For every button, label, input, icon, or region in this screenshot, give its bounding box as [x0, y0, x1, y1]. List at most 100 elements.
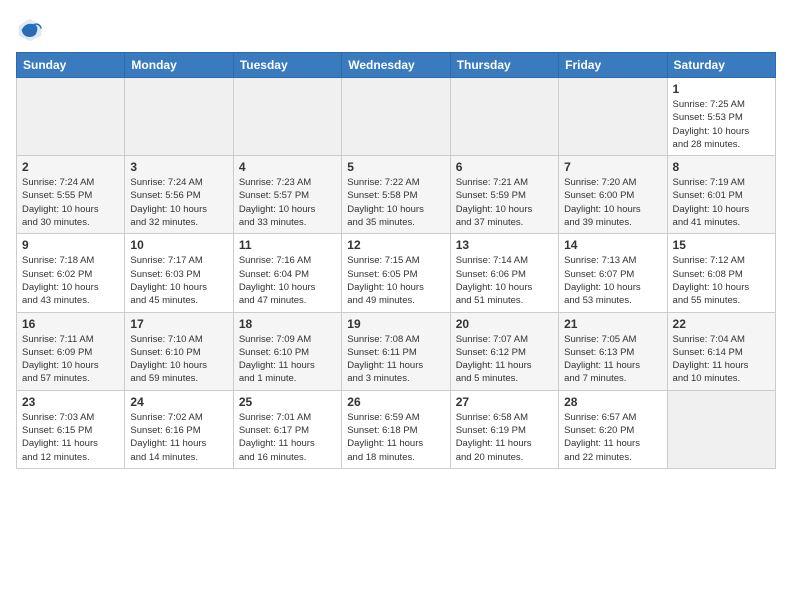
day-info: Sunrise: 7:07 AM Sunset: 6:12 PM Dayligh… [456, 333, 553, 386]
calendar-week-5: 23Sunrise: 7:03 AM Sunset: 6:15 PM Dayli… [17, 390, 776, 468]
calendar-cell: 20 Sunrise: 7:07 AM Sunset: 6:12 PM Dayli… [450, 312, 558, 390]
day-number: 22 [673, 317, 770, 331]
calendar-cell: 24 Sunrise: 7:02 AM Sunset: 6:16 PM Dayli… [125, 390, 233, 468]
calendar-cell: 4 Sunrise: 7:23 AM Sunset: 5:57 PM Daylig… [233, 156, 341, 234]
day-number: 24 [130, 395, 227, 409]
calendar-cell: 28 Sunrise: 6:57 AM Sunset: 6:20 PM Dayli… [559, 390, 667, 468]
weekday-header-wednesday: Wednesday [342, 53, 450, 78]
day-info: Sunrise: 7:23 AM Sunset: 5:57 PM Dayligh… [239, 176, 336, 229]
day-info: Sunrise: 7:05 AM Sunset: 6:13 PM Dayligh… [564, 333, 661, 386]
weekday-header-row: SundayMondayTuesdayWednesdayThursdayFrid… [17, 53, 776, 78]
day-info: Sunrise: 6:58 AM Sunset: 6:19 PM Dayligh… [456, 411, 553, 464]
calendar-cell: 11 Sunrise: 7:16 AM Sunset: 6:04 PM Dayli… [233, 234, 341, 312]
calendar-cell: 18 Sunrise: 7:09 AM Sunset: 6:10 PM Dayli… [233, 312, 341, 390]
day-number: 10 [130, 238, 227, 252]
day-info: Sunrise: 7:01 AM Sunset: 6:17 PM Dayligh… [239, 411, 336, 464]
calendar-cell: 27 Sunrise: 6:58 AM Sunset: 6:19 PM Dayli… [450, 390, 558, 468]
day-number: 12 [347, 238, 444, 252]
calendar-cell [233, 78, 341, 156]
day-number: 11 [239, 238, 336, 252]
calendar-week-4: 16 Sunrise: 7:11 AM Sunset: 6:09 PM Dayli… [17, 312, 776, 390]
day-number: 28 [564, 395, 661, 409]
day-info: Sunrise: 7:16 AM Sunset: 6:04 PM Dayligh… [239, 254, 336, 307]
day-info: Sunrise: 7:15 AM Sunset: 6:05 PM Dayligh… [347, 254, 444, 307]
calendar-cell: 2 Sunrise: 7:24 AM Sunset: 5:55 PM Daylig… [17, 156, 125, 234]
calendar-cell: 1 Sunrise: 7:25 AM Sunset: 5:53 PM Daylig… [667, 78, 775, 156]
day-number: 3 [130, 160, 227, 174]
calendar-cell [17, 78, 125, 156]
day-number: 13 [456, 238, 553, 252]
calendar-cell: 5Sunrise: 7:22 AM Sunset: 5:58 PM Daylig… [342, 156, 450, 234]
day-number: 15 [673, 238, 770, 252]
day-info: Sunrise: 6:59 AM Sunset: 6:18 PM Dayligh… [347, 411, 444, 464]
page-header [16, 16, 776, 44]
day-info: Sunrise: 7:12 AM Sunset: 6:08 PM Dayligh… [673, 254, 770, 307]
calendar-cell [342, 78, 450, 156]
calendar-cell: 7 Sunrise: 7:20 AM Sunset: 6:00 PM Daylig… [559, 156, 667, 234]
day-info: Sunrise: 7:21 AM Sunset: 5:59 PM Dayligh… [456, 176, 553, 229]
calendar-cell: 25 Sunrise: 7:01 AM Sunset: 6:17 PM Dayli… [233, 390, 341, 468]
day-number: 20 [456, 317, 553, 331]
calendar-cell [450, 78, 558, 156]
day-info: Sunrise: 7:18 AM Sunset: 6:02 PM Dayligh… [22, 254, 119, 307]
day-info: Sunrise: 7:09 AM Sunset: 6:10 PM Dayligh… [239, 333, 336, 386]
day-number: 8 [673, 160, 770, 174]
calendar-week-2: 2 Sunrise: 7:24 AM Sunset: 5:55 PM Daylig… [17, 156, 776, 234]
day-info: Sunrise: 7:24 AM Sunset: 5:55 PM Dayligh… [22, 176, 119, 229]
day-number: 23 [22, 395, 119, 409]
calendar-cell: 21 Sunrise: 7:05 AM Sunset: 6:13 PM Dayli… [559, 312, 667, 390]
weekday-header-friday: Friday [559, 53, 667, 78]
weekday-header-monday: Monday [125, 53, 233, 78]
calendar-cell: 3 Sunrise: 7:24 AM Sunset: 5:56 PM Daylig… [125, 156, 233, 234]
day-info: Sunrise: 7:19 AM Sunset: 6:01 PM Dayligh… [673, 176, 770, 229]
calendar-cell: 12 Sunrise: 7:15 AM Sunset: 6:05 PM Dayli… [342, 234, 450, 312]
day-number: 7 [564, 160, 661, 174]
day-info: Sunrise: 7:08 AM Sunset: 6:11 PM Dayligh… [347, 333, 444, 386]
calendar-cell: 10 Sunrise: 7:17 AM Sunset: 6:03 PM Dayli… [125, 234, 233, 312]
calendar-cell: 6 Sunrise: 7:21 AM Sunset: 5:59 PM Daylig… [450, 156, 558, 234]
calendar-cell: 8 Sunrise: 7:19 AM Sunset: 6:01 PM Daylig… [667, 156, 775, 234]
weekday-header-thursday: Thursday [450, 53, 558, 78]
day-number: 27 [456, 395, 553, 409]
calendar-cell: 23Sunrise: 7:03 AM Sunset: 6:15 PM Dayli… [17, 390, 125, 468]
weekday-header-saturday: Saturday [667, 53, 775, 78]
day-number: 1 [673, 82, 770, 96]
calendar-cell: 17Sunrise: 7:10 AM Sunset: 6:10 PM Dayli… [125, 312, 233, 390]
day-info: Sunrise: 7:10 AM Sunset: 6:10 PM Dayligh… [130, 333, 227, 386]
day-info: Sunrise: 6:57 AM Sunset: 6:20 PM Dayligh… [564, 411, 661, 464]
logo-icon [16, 16, 44, 44]
day-number: 14 [564, 238, 661, 252]
day-number: 16 [22, 317, 119, 331]
day-info: Sunrise: 7:11 AM Sunset: 6:09 PM Dayligh… [22, 333, 119, 386]
calendar-cell [667, 390, 775, 468]
calendar-cell: 16 Sunrise: 7:11 AM Sunset: 6:09 PM Dayli… [17, 312, 125, 390]
calendar-table: SundayMondayTuesdayWednesdayThursdayFrid… [16, 52, 776, 469]
calendar-cell: 13Sunrise: 7:14 AM Sunset: 6:06 PM Dayli… [450, 234, 558, 312]
day-info: Sunrise: 7:24 AM Sunset: 5:56 PM Dayligh… [130, 176, 227, 229]
day-number: 21 [564, 317, 661, 331]
calendar-cell: 19Sunrise: 7:08 AM Sunset: 6:11 PM Dayli… [342, 312, 450, 390]
calendar-cell: 15 Sunrise: 7:12 AM Sunset: 6:08 PM Dayli… [667, 234, 775, 312]
day-number: 2 [22, 160, 119, 174]
day-info: Sunrise: 7:25 AM Sunset: 5:53 PM Dayligh… [673, 98, 770, 151]
calendar-cell: 14 Sunrise: 7:13 AM Sunset: 6:07 PM Dayli… [559, 234, 667, 312]
day-info: Sunrise: 7:04 AM Sunset: 6:14 PM Dayligh… [673, 333, 770, 386]
day-info: Sunrise: 7:13 AM Sunset: 6:07 PM Dayligh… [564, 254, 661, 307]
day-number: 6 [456, 160, 553, 174]
day-number: 18 [239, 317, 336, 331]
calendar-week-1: 1 Sunrise: 7:25 AM Sunset: 5:53 PM Daylig… [17, 78, 776, 156]
calendar-cell [125, 78, 233, 156]
calendar-week-3: 9 Sunrise: 7:18 AM Sunset: 6:02 PM Daylig… [17, 234, 776, 312]
day-number: 9 [22, 238, 119, 252]
weekday-header-tuesday: Tuesday [233, 53, 341, 78]
day-info: Sunrise: 7:02 AM Sunset: 6:16 PM Dayligh… [130, 411, 227, 464]
calendar-cell: 9 Sunrise: 7:18 AM Sunset: 6:02 PM Daylig… [17, 234, 125, 312]
day-info: Sunrise: 7:20 AM Sunset: 6:00 PM Dayligh… [564, 176, 661, 229]
day-number: 4 [239, 160, 336, 174]
calendar-cell [559, 78, 667, 156]
day-info: Sunrise: 7:22 AM Sunset: 5:58 PM Dayligh… [347, 176, 444, 229]
day-number: 26 [347, 395, 444, 409]
day-number: 25 [239, 395, 336, 409]
day-info: Sunrise: 7:17 AM Sunset: 6:03 PM Dayligh… [130, 254, 227, 307]
weekday-header-sunday: Sunday [17, 53, 125, 78]
